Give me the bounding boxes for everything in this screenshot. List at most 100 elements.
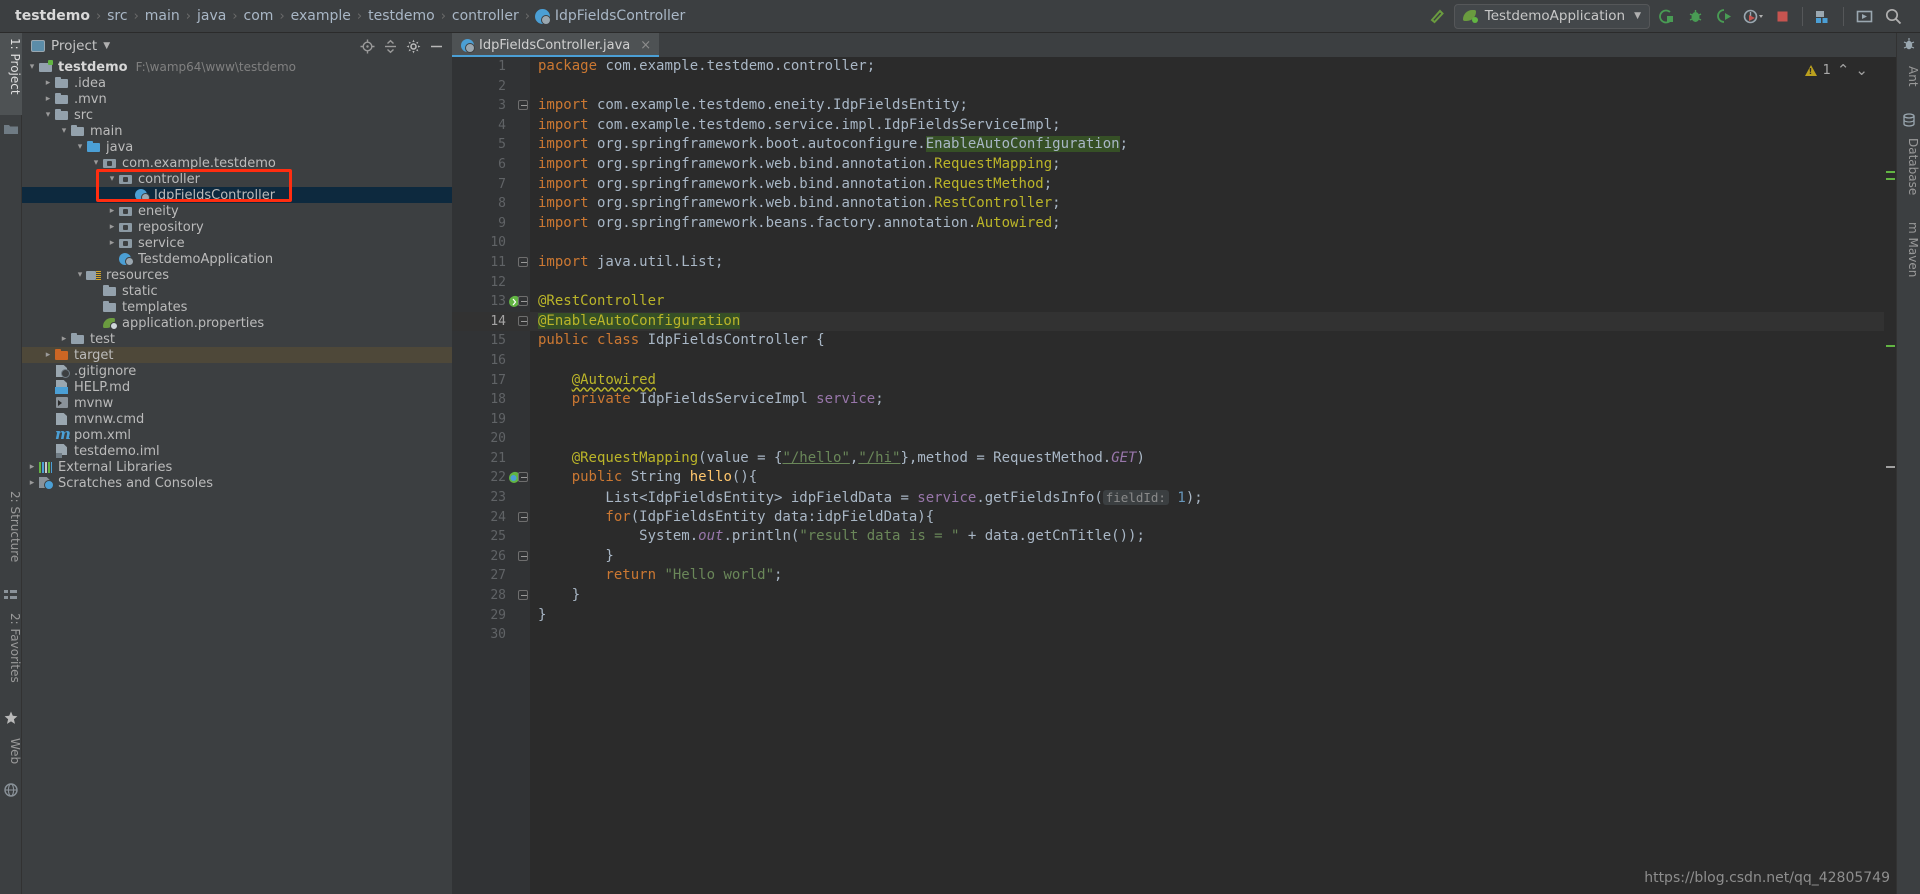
tree-row-resources[interactable]: ▾ resources bbox=[22, 267, 452, 283]
locate-icon[interactable] bbox=[357, 36, 377, 56]
sidebar-item-web[interactable]: Web bbox=[0, 733, 22, 777]
run-configuration-selector[interactable]: TestdemoApplication ▼ bbox=[1453, 3, 1650, 29]
chevron-down-icon[interactable]: ▾ bbox=[26, 61, 38, 73]
tree-row-java[interactable]: ▾ java bbox=[22, 139, 452, 155]
code-token: import bbox=[538, 155, 589, 172]
chevron-down-icon[interactable]: ▾ bbox=[58, 125, 70, 137]
tree-row-testdemo-iml[interactable]: testdemo.iml bbox=[22, 443, 452, 459]
tree-row-mvnw-cmd[interactable]: mvnw.cmd bbox=[22, 411, 452, 427]
chevron-right-icon[interactable]: ▸ bbox=[58, 333, 70, 345]
breadcrumb-item-project[interactable]: testdemo bbox=[8, 8, 95, 24]
tree-row--idea[interactable]: ▸ .idea bbox=[22, 75, 452, 91]
tree-row-pom-xml[interactable]: pom.xml bbox=[22, 425, 452, 443]
fold-marker[interactable] bbox=[518, 256, 529, 268]
sidebar-item-ant[interactable]: Ant bbox=[1896, 55, 1920, 97]
sidebar-item-database[interactable]: Database bbox=[1896, 131, 1920, 203]
breadcrumb-item-main[interactable]: main bbox=[140, 8, 185, 24]
breadcrumb-item-testdemo[interactable]: testdemo bbox=[363, 8, 440, 24]
tree-row-templates[interactable]: templates bbox=[22, 299, 452, 315]
fold-marker[interactable] bbox=[518, 550, 529, 562]
chevron-down-icon[interactable]: ▾ bbox=[74, 269, 86, 281]
chevron-down-icon[interactable]: ▾ bbox=[42, 109, 54, 121]
tree-row-target[interactable]: ▸ target bbox=[22, 347, 452, 363]
error-stripe-marker-column[interactable] bbox=[1884, 81, 1896, 894]
chevron-down-icon[interactable]: ▼ bbox=[103, 41, 110, 51]
left-strip-label-structure: 2: Structure bbox=[8, 491, 22, 563]
fold-marker[interactable] bbox=[518, 296, 529, 307]
folder-icon[interactable] bbox=[4, 123, 18, 135]
stop-icon[interactable] bbox=[1769, 4, 1795, 28]
breadcrumb-item-example[interactable]: example bbox=[286, 8, 356, 24]
chevron-right-icon[interactable]: ▸ bbox=[26, 461, 38, 473]
star-icon[interactable] bbox=[4, 711, 18, 725]
fold-marker[interactable] bbox=[518, 315, 529, 327]
debug-icon[interactable] bbox=[1682, 4, 1708, 28]
tree-row-controller[interactable]: ▾ controller bbox=[22, 171, 452, 187]
breadcrumb-item-file[interactable]: IdpFieldsController bbox=[531, 8, 690, 25]
search-everywhere-icon[interactable] bbox=[1880, 4, 1906, 28]
breadcrumb-item-java[interactable]: java bbox=[192, 8, 231, 24]
tree-row-scratches-and-consoles[interactable]: ▸ Scratches and Consoles bbox=[22, 475, 452, 491]
tree-row-repository[interactable]: ▸ repository bbox=[22, 219, 452, 235]
run-with-coverage-icon[interactable] bbox=[1711, 4, 1737, 28]
fold-marker[interactable] bbox=[518, 100, 529, 111]
tree-row-main[interactable]: ▾ main bbox=[22, 123, 452, 139]
ant-bug-icon[interactable] bbox=[1902, 37, 1916, 51]
fold-marker[interactable] bbox=[518, 511, 529, 523]
database-icon[interactable] bbox=[1902, 113, 1916, 127]
settings-gear-icon[interactable] bbox=[403, 36, 423, 56]
code-editor[interactable]: 1 ⌃ ⌄ 1package com.example.testdemo.cont… bbox=[452, 57, 1896, 894]
build-icon[interactable] bbox=[1425, 4, 1451, 28]
tree-row-eneity[interactable]: ▸ eneity bbox=[22, 203, 452, 219]
project-structure-icon[interactable] bbox=[1810, 4, 1836, 28]
update-icon[interactable] bbox=[1851, 4, 1877, 28]
chevron-right-icon[interactable]: ▸ bbox=[42, 349, 54, 361]
chevron-right-icon[interactable]: ▸ bbox=[26, 477, 38, 489]
chevron-right-icon[interactable]: ▸ bbox=[106, 205, 118, 217]
editor-tab-idpfieldscontroller[interactable]: IdpFieldsController.java × bbox=[452, 33, 660, 57]
hide-panel-icon[interactable] bbox=[426, 36, 446, 56]
sidebar-item-favorites[interactable]: 2: Favorites bbox=[0, 608, 22, 704]
sidebar-item-maven[interactable]: m Maven bbox=[1896, 211, 1920, 289]
tree-row-mvnw[interactable]: mvnw bbox=[22, 395, 452, 411]
chevron-down-icon[interactable]: ▾ bbox=[106, 173, 118, 185]
tree-row-service[interactable]: ▸ service bbox=[22, 235, 452, 251]
tree-row--mvn[interactable]: ▸ .mvn bbox=[22, 91, 452, 107]
breadcrumb-item-com[interactable]: com bbox=[239, 8, 279, 24]
tree-row-static[interactable]: static bbox=[22, 283, 452, 299]
structure-icon[interactable] bbox=[4, 589, 18, 601]
chevron-right-icon[interactable]: ▸ bbox=[106, 237, 118, 249]
profile-icon[interactable] bbox=[1740, 4, 1766, 28]
run-icon[interactable] bbox=[1653, 4, 1679, 28]
tree-row-testdemo[interactable]: ▾ testdemo F:\wamp64\www\testdemo bbox=[22, 59, 452, 75]
tree-row-src[interactable]: ▾ src bbox=[22, 107, 452, 123]
chevron-right-icon[interactable]: ▸ bbox=[42, 93, 54, 105]
sidebar-item-project[interactable]: 1: Project bbox=[0, 33, 22, 115]
tree-row-test[interactable]: ▸ test bbox=[22, 331, 452, 347]
fold-marker[interactable] bbox=[518, 472, 529, 483]
sidebar-item-structure[interactable]: 2: Structure bbox=[0, 486, 22, 582]
tree-row-external-libraries[interactable]: ▸ External Libraries bbox=[22, 459, 452, 475]
tree-row--gitignore[interactable]: .gitignore bbox=[22, 363, 452, 379]
folder-icon bbox=[70, 124, 86, 138]
tree-row-testdemoapplication[interactable]: TestdemoApplication bbox=[22, 251, 452, 267]
chevron-right-icon[interactable]: ▸ bbox=[106, 221, 118, 233]
breadcrumb-item-src[interactable]: src bbox=[102, 8, 132, 24]
globe-icon[interactable] bbox=[4, 783, 18, 797]
tree-row-application-properties[interactable]: application.properties bbox=[22, 315, 452, 331]
tree-row-idpfieldscontroller[interactable]: IdpFieldsController bbox=[22, 187, 452, 203]
code-text: @RestController bbox=[538, 292, 664, 312]
project-tree[interactable]: ▾ testdemo F:\wamp64\www\testdemo ▸ .idea ▸ .m… bbox=[22, 59, 452, 894]
resources-folder-icon bbox=[86, 268, 102, 282]
tree-row-label: mvnw.cmd bbox=[74, 411, 145, 427]
chevron-down-icon[interactable]: ▾ bbox=[74, 141, 86, 153]
tree-row-com-example-testdemo[interactable]: ▾ com.example.testdemo bbox=[22, 155, 452, 171]
spring-boot-icon bbox=[1462, 9, 1478, 23]
chevron-right-icon[interactable]: ▸ bbox=[42, 77, 54, 89]
chevron-down-icon[interactable]: ▾ bbox=[90, 157, 102, 169]
tree-row-help-md[interactable]: HELP.md bbox=[22, 379, 452, 395]
breadcrumb-item-controller[interactable]: controller bbox=[447, 8, 524, 24]
close-icon[interactable]: × bbox=[640, 38, 651, 53]
collapse-all-icon[interactable] bbox=[380, 36, 400, 56]
fold-marker[interactable] bbox=[518, 590, 529, 601]
